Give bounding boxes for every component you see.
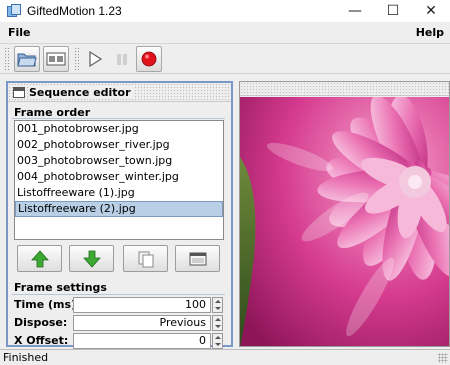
image-preview-panel [239, 81, 450, 347]
close-button[interactable]: ✕ [412, 0, 450, 22]
open-folder-icon [17, 53, 37, 67]
time-input[interactable]: 100 [73, 297, 211, 313]
maximize-button[interactable]: ☐ [374, 0, 412, 22]
play-icon [89, 50, 103, 68]
pause-icon [117, 54, 127, 65]
window-icon [13, 86, 25, 98]
frame-settings-title: Frame settings [14, 281, 107, 294]
sequence-editor-panel: Sequence editor Frame order 001_photobro… [6, 81, 233, 349]
record-icon [141, 51, 157, 67]
toolbar-grip[interactable] [74, 47, 79, 71]
divider [12, 294, 225, 295]
app-icon [7, 4, 21, 18]
divider [12, 118, 225, 119]
toolbar [0, 44, 450, 74]
xoffset-setting-row: X Offset: 0 [14, 333, 224, 349]
menu-file[interactable]: File [8, 26, 31, 39]
resize-grip[interactable] [438, 353, 448, 363]
pause-button[interactable] [109, 46, 135, 72]
dispose-label: Dispose: [14, 316, 68, 329]
list-item[interactable]: 002_photobrowser_river.jpg [15, 137, 223, 153]
list-item[interactable]: 004_photobrowser_winter.jpg [15, 169, 223, 185]
list-item-selected[interactable]: Listoffreeware (2).jpg [15, 201, 223, 217]
copy-icon [138, 251, 153, 267]
delete-button[interactable] [175, 245, 220, 272]
xoffset-spinner[interactable] [212, 333, 223, 349]
dispose-setting-row: Dispose: Previous [14, 315, 224, 331]
xoffset-input[interactable]: 0 [73, 333, 211, 349]
list-item[interactable]: Listoffreeware (1).jpg [15, 185, 223, 201]
sequence-editor-header[interactable]: Sequence editor [8, 83, 231, 102]
dispose-input[interactable]: Previous [73, 315, 211, 331]
arrow-up-icon [30, 249, 49, 267]
window-title: GiftedMotion 1.23 [27, 4, 122, 18]
time-setting-row: Time (ms): 100 [14, 297, 224, 313]
delete-frame-icon [189, 252, 206, 265]
sequence-editor-title: Sequence editor [29, 85, 135, 99]
frame-list[interactable]: 001_photobrowser.jpg 002_photobrowser_ri… [14, 120, 224, 240]
play-button[interactable] [82, 46, 108, 72]
move-down-button[interactable] [69, 245, 114, 272]
list-item[interactable]: 001_photobrowser.jpg [15, 121, 223, 137]
dispose-spinner[interactable] [212, 315, 223, 331]
title-bar: GiftedMotion 1.23 — ☐ ✕ [0, 0, 450, 22]
status-bar: Finished [0, 349, 450, 365]
menu-help[interactable]: Help [416, 26, 444, 39]
frames-button[interactable] [43, 46, 69, 72]
arrow-down-icon [82, 250, 101, 268]
frames-icon [46, 52, 66, 66]
flower-preview-image [240, 97, 449, 346]
copy-button[interactable] [123, 245, 168, 272]
time-label: Time (ms): [14, 298, 81, 311]
list-item[interactable]: 003_photobrowser_town.jpg [15, 153, 223, 169]
move-up-button[interactable] [17, 245, 62, 272]
record-button[interactable] [136, 46, 162, 72]
menu-bar: File Help [0, 22, 450, 44]
minimize-button[interactable]: — [336, 0, 374, 22]
toolbar-grip[interactable] [4, 47, 9, 71]
flower-image [240, 97, 449, 346]
preview-header[interactable] [240, 82, 449, 96]
xoffset-label: X Offset: [14, 334, 69, 347]
status-text: Finished [3, 351, 49, 364]
time-spinner[interactable] [212, 297, 223, 313]
open-button[interactable] [14, 46, 40, 72]
